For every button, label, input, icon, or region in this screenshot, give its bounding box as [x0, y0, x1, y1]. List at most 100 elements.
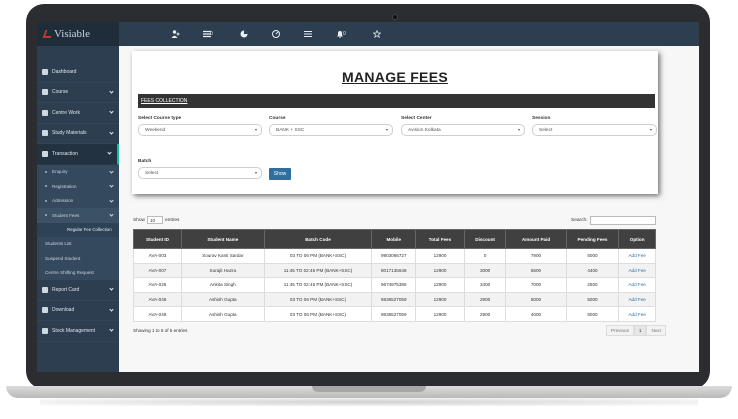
- pagination-previous[interactable]: Previous: [606, 325, 634, 336]
- column-header[interactable]: Student Name: [180, 229, 265, 249]
- add-fee-link[interactable]: Add Fee: [618, 291, 656, 308]
- table-cell: AVA-026: [133, 277, 182, 293]
- manage-fees-panel: MANAGE FEES FEES COLLECTION Select Cours…: [132, 51, 658, 194]
- column-header[interactable]: Total Fees: [415, 229, 465, 249]
- batch-select[interactable]: Select: [138, 167, 262, 179]
- table-cell: 4400: [565, 262, 620, 279]
- top-toolbar: 0 0: [119, 22, 699, 46]
- add-fee-link[interactable]: Add Fee: [618, 306, 656, 322]
- table-cell: 8017135648: [371, 262, 417, 279]
- sidebar-subsubitem-regular-fee-collection[interactable]: Regular Fee Collection: [37, 222, 119, 237]
- add-user-icon[interactable]: [171, 30, 180, 38]
- sidebar-subitem-label: Admission: [52, 198, 74, 204]
- sidebar-item-download[interactable]: Download: [37, 301, 119, 321]
- column-header[interactable]: Option: [618, 229, 656, 249]
- sidebar: Visiable Dashboard Course Centre Work St…: [37, 22, 119, 372]
- batch-value: Select: [145, 170, 159, 176]
- chevron-down-icon: [109, 183, 114, 188]
- sidebar-subitem-student-fees[interactable]: Student Fees: [37, 208, 119, 223]
- table-cell: AVA-049: [133, 306, 182, 322]
- show-label: Show: [133, 217, 145, 223]
- sidebar-item-label: Course: [52, 89, 69, 96]
- table-info: Showing 1 to 5 of 5 entries: [133, 328, 188, 333]
- pie-chart-icon[interactable]: [240, 30, 249, 38]
- table-cell: 3000: [463, 262, 507, 279]
- center-field: Select Center Avision Kolkata: [401, 116, 525, 136]
- course-field: Course BANK + SSC: [269, 116, 393, 136]
- brand-logo[interactable]: Visiable: [37, 22, 119, 46]
- table-cell: 6000: [565, 306, 620, 322]
- table-cell: Sourav Kanti Sardar: [180, 248, 265, 264]
- list-badge: 0: [210, 31, 213, 37]
- column-header[interactable]: Pending Fees: [565, 229, 620, 249]
- laptop-shadow: [40, 398, 698, 406]
- monitor-icon: [42, 150, 48, 157]
- table-cell: 03 TO 06 PM (BANK+SSC): [263, 291, 373, 308]
- bell-icon[interactable]: 0: [336, 30, 350, 38]
- table-row: AVA-026 Ankita Singh 11:45 TO 02:45 PM (…: [133, 277, 656, 293]
- column-header[interactable]: Student ID: [133, 229, 182, 249]
- add-fee-link[interactable]: Add Fee: [618, 277, 656, 293]
- table-cell: Surajit Hazra: [180, 262, 265, 279]
- chevron-down-icon: [109, 168, 114, 174]
- sidebar-subitem-suspend-student[interactable]: Suspend Student: [37, 251, 119, 266]
- sidebar-item-dashboard[interactable]: Dashboard: [37, 62, 119, 83]
- sidebar-item-transaction[interactable]: Transaction: [37, 144, 119, 165]
- table-header-row: Student ID Student Name Batch Code Mobil…: [133, 229, 656, 249]
- column-header[interactable]: Mobile: [371, 229, 417, 249]
- table-cell: 5000: [565, 248, 620, 264]
- session-label: Session: [532, 116, 551, 121]
- course-select[interactable]: BANK + SSC: [269, 124, 393, 136]
- pagination-next[interactable]: Next: [646, 325, 666, 336]
- table-cell: 03 TO 06 PM (BANK+SSC): [263, 248, 373, 264]
- caret-down-icon: [650, 129, 652, 131]
- app-screen: Visiable Dashboard Course Centre Work St…: [37, 22, 699, 372]
- table-row: AVA-003 Sourav Kanti Sardar 03 TO 06 PM …: [133, 248, 656, 264]
- building-icon: [42, 109, 48, 116]
- table-cell: Ashish Gupta: [180, 291, 265, 308]
- entries-select[interactable]: 10: [147, 216, 163, 224]
- table-cell: Ankita Singh: [180, 277, 265, 293]
- show-button[interactable]: Show: [269, 168, 291, 180]
- course-type-label: Select Course type: [138, 116, 182, 121]
- table-cell: AVA-046: [133, 291, 182, 308]
- table-cell: 11:45 TO 02:45 PM (BANK+SSC): [263, 277, 373, 293]
- add-fee-link[interactable]: Add Fee: [618, 262, 656, 279]
- sidebar-item-stock-management[interactable]: Stock Management: [37, 321, 119, 342]
- add-fee-link[interactable]: Add Fee: [618, 248, 656, 264]
- sidebar-item-report-card[interactable]: Report Card: [37, 280, 119, 301]
- sidebar-item-centre-work[interactable]: Centre Work: [37, 103, 119, 124]
- column-header[interactable]: Amount Paid: [505, 229, 567, 249]
- pagination-page[interactable]: 1: [633, 325, 647, 336]
- star-icon[interactable]: [372, 29, 382, 39]
- table-cell: 5000: [565, 291, 620, 308]
- column-header[interactable]: Batch Code: [263, 229, 373, 249]
- main-content: MANAGE FEES FEES COLLECTION Select Cours…: [119, 46, 699, 372]
- session-select[interactable]: Select: [532, 124, 657, 136]
- sidebar-item-label: Transaction: [52, 150, 78, 157]
- logo-icon: [42, 30, 54, 38]
- sidebar-subitem-admission[interactable]: Admission: [37, 193, 119, 208]
- caret-down-icon: [255, 172, 257, 174]
- column-header[interactable]: Discount: [463, 229, 507, 249]
- dashboard-icon[interactable]: [272, 30, 281, 38]
- sidebar-subitem-enquiry[interactable]: Enquiry: [37, 164, 119, 179]
- sidebar-item-course[interactable]: Course: [37, 83, 119, 103]
- sidebar-subitem-students-list[interactable]: Students List: [37, 236, 119, 251]
- entries-control: Show 10 entries: [133, 216, 179, 224]
- table-cell: 9836527059: [371, 291, 417, 308]
- sidebar-subitem-label: Registration: [52, 183, 77, 189]
- sidebar-subitem-centre-shifting[interactable]: Centre Shifting Request: [37, 265, 119, 280]
- sidebar-item-study-materials[interactable]: Study Materials: [37, 124, 119, 144]
- table-cell: 12900: [415, 291, 465, 308]
- search-input[interactable]: [589, 216, 656, 225]
- list-icon[interactable]: 0: [203, 30, 217, 38]
- menu-icon[interactable]: [304, 30, 313, 38]
- course-type-select[interactable]: Weekend: [138, 124, 262, 136]
- book-icon: [42, 89, 48, 96]
- center-select[interactable]: Avision Kolkata: [401, 124, 525, 136]
- home-icon: [42, 68, 48, 75]
- chevron-down-icon: [109, 197, 114, 203]
- sidebar-subitem-registration[interactable]: Registration: [37, 179, 119, 194]
- table-cell: 11:45 TO 02:45 PM (BANK+SSC): [263, 262, 373, 279]
